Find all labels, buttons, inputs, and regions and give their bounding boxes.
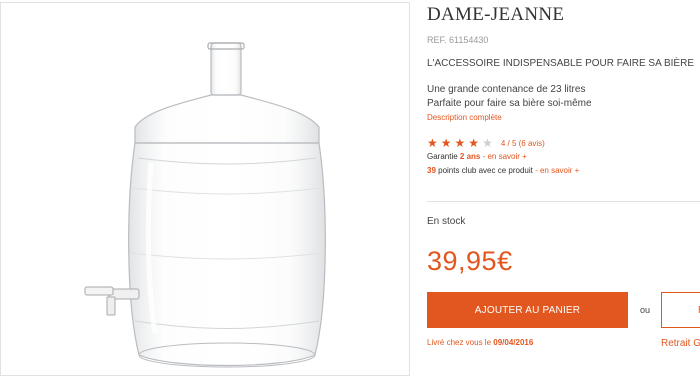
product-reference: REF. 61154430 [427,35,489,45]
full-description-link[interactable]: Description complète [427,113,502,122]
product-price: 39,95€ [427,246,513,276]
delivery-info: Livré chez vous le 09/04/2016 [427,338,533,347]
product-tagline: L'ACCESSOIRE INDISPENSABLE POUR FAIRE SA… [427,58,694,69]
rating-text[interactable]: 4 / 5 (6 avis) [501,139,545,148]
star-filled-icon: ★ [440,136,452,150]
warranty-more-link[interactable]: - en savoir + [480,152,527,161]
club-points-more-link[interactable]: - en savoir + [533,166,579,175]
add-to-cart-button[interactable]: AJOUTER AU PANIER [427,292,628,328]
or-separator: ou [640,305,651,315]
store-pickup-note[interactable]: Retrait G [661,338,700,349]
star-filled-icon: ★ [427,136,438,150]
warranty-info: Garantie 2 ans - en savoir + [427,152,527,161]
product-title: DAME-JEANNE [427,4,565,25]
club-points-text: points club avec ce produit [435,166,533,175]
star-filled-icon: ★ [468,136,480,150]
divider [427,201,700,202]
delivery-prefix: Livré chez vous le [427,338,494,347]
club-points-info: 39 points club avec ce produit - en savo… [427,166,579,175]
rating-row[interactable]: ★ ★ ★ ★ ★ 4 / 5 (6 avis) [427,136,545,150]
club-points-count: 39 [427,166,436,175]
warranty-prefix: Garantie [427,152,460,161]
product-image-frame[interactable] [0,2,410,376]
star-filled-icon: ★ [454,136,466,150]
warranty-years: 2 ans [459,152,481,161]
feature-capacity: Une grande contenance de 23 litres [427,84,586,95]
star-empty-icon: ★ [482,136,493,150]
store-pickup-button[interactable]: R [661,292,700,328]
feature-brewing: Parfaite pour faire sa bière soi-même [427,98,592,109]
stock-status: En stock [427,216,466,227]
product-image[interactable] [1,3,409,375]
delivery-date: 09/04/2016 [493,338,534,347]
